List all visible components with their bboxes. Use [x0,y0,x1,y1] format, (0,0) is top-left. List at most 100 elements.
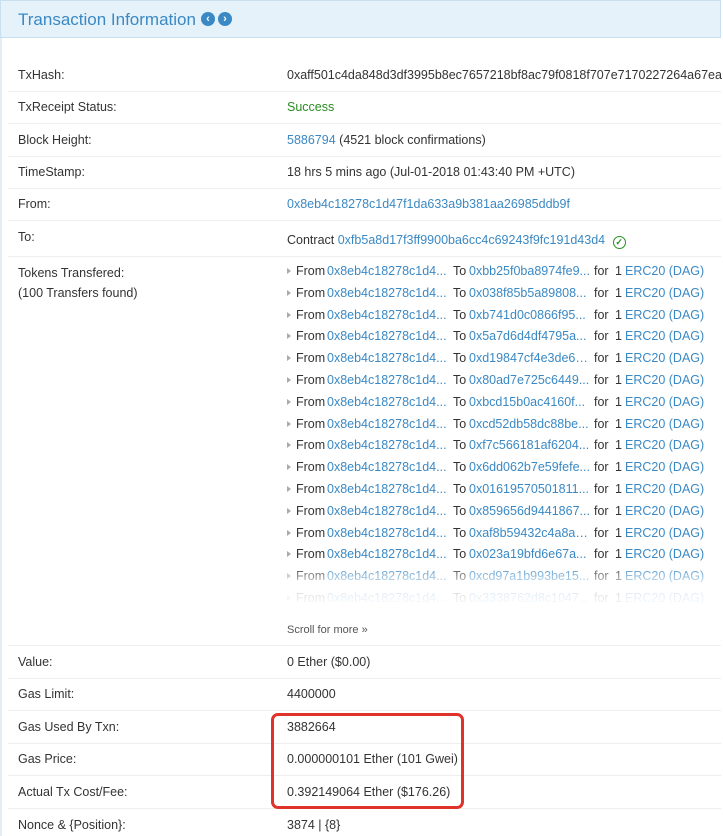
transfer-to-link[interactable]: 0x3338762d8c1047... [469,591,591,605]
transfer-from-link[interactable]: 0x8eb4c18278c1d4... [327,417,449,431]
transfer-from-link[interactable]: 0x8eb4c18278c1d4... [327,351,449,365]
transfer-to-link[interactable]: 0xbb25f0ba8974fe9... [469,264,591,278]
transfer-for-word: for [594,503,609,518]
transfer-amount: 1 [615,460,622,475]
transfer-to-link[interactable]: 0x038f85b5a89808... [469,286,591,300]
caret-right-icon [287,529,291,536]
token-link[interactable]: ERC20 (DAG) [625,482,704,496]
transfer-for-word: for [594,264,609,278]
transfer-from-link[interactable]: 0x8eb4c18278c1d4... [327,438,449,452]
token-link[interactable]: ERC20 (DAG) [625,329,704,343]
token-link[interactable]: ERC20 (DAG) [625,569,704,583]
block-number-link[interactable]: 5886794 [287,133,336,147]
transfer-from-link[interactable]: 0x8eb4c18278c1d4... [327,504,449,518]
nav-icons: ‹ › [201,12,232,26]
value-label: Value: [18,655,53,669]
from-label: From: [18,197,51,211]
tokens-count: (100 Transfers found) [18,286,138,300]
transfer-from-link[interactable]: 0x8eb4c18278c1d4... [327,482,449,496]
transfer-amount: 1 [615,351,622,366]
transfer-from-word: From [296,460,326,475]
transfer-amount: 1 [615,416,622,431]
nonce-value: 3874 | {8} [287,818,341,832]
caret-right-icon [287,333,291,340]
token-link[interactable]: ERC20 (DAG) [625,373,704,387]
transfer-from-link[interactable]: 0x8eb4c18278c1d4... [327,373,449,387]
token-link[interactable]: ERC20 (DAG) [625,264,704,278]
token-link[interactable]: ERC20 (DAG) [625,460,704,474]
transfer-to-link[interactable]: 0x859656d9441867... [469,504,591,518]
tokens-label: Tokens Transfered: [18,266,125,280]
caret-right-icon [287,464,291,471]
to-contract-link[interactable]: 0xfb5a8d17f3ff9900ba6cc4c69243f9fc191d43… [338,233,605,247]
transfer-from-word: From [296,481,326,496]
token-link[interactable]: ERC20 (DAG) [625,504,704,518]
transfer-from-link[interactable]: 0x8eb4c18278c1d4... [327,395,449,409]
caret-right-icon [287,594,291,601]
transfer-to-link[interactable]: 0xd19847cf4e3de6a... [469,351,591,365]
transfer-to-link[interactable]: 0x5a7d6d4df4795a... [469,329,591,343]
transfer-for-word: for [594,438,609,453]
transfer-for-word: for [594,590,609,605]
token-link[interactable]: ERC20 (DAG) [625,438,704,452]
to-label: To: [18,230,35,244]
transfer-from-link[interactable]: 0x8eb4c18278c1d4... [327,591,449,605]
caret-right-icon [287,376,291,383]
transfer-to-link[interactable]: 0xb741d0c0866f95... [469,308,591,322]
transfer-amount: 1 [615,285,622,300]
caret-right-icon [287,355,291,362]
token-link[interactable]: ERC20 (DAG) [625,286,704,300]
token-link[interactable]: ERC20 (DAG) [625,417,704,431]
transfer-for-word: for [594,285,609,300]
value-value: 0 Ether ($0.00) [287,655,371,669]
transfer-from-link[interactable]: 0x8eb4c18278c1d4... [327,308,449,322]
scroll-more-link[interactable]: Scroll for more » [287,624,368,636]
transfer-to-link[interactable]: 0xcd97a1b993be15... [469,569,591,583]
caret-right-icon [287,268,291,274]
transfer-to-link[interactable]: 0x80ad7e725c6449... [469,373,591,387]
token-link[interactable]: ERC20 (DAG) [625,526,704,540]
double-chevron-down-icon: » [361,624,368,636]
token-transfer-row: From 0x8eb4c18278c1d4... To 0xb741d0c0866f9… [287,308,721,330]
transfer-amount: 1 [615,590,622,605]
transfer-from-word: From [296,351,326,366]
transfer-to-word: To [453,307,467,322]
transfer-from-link[interactable]: 0x8eb4c18278c1d4... [327,286,449,300]
transfer-from-word: From [296,503,326,518]
token-transfers-list[interactable]: From 0x8eb4c18278c1d4... To 0xbb25f0ba8974f… [287,264,721,608]
chevron-left-circle-icon[interactable]: ‹ [201,12,215,26]
token-link[interactable]: ERC20 (DAG) [625,591,704,605]
transfer-to-word: To [453,351,467,366]
highlight-annotation-box [271,713,464,809]
transfer-from-link[interactable]: 0x8eb4c18278c1d4... [327,547,449,561]
transfer-from-link[interactable]: 0x8eb4c18278c1d4... [327,569,449,583]
divider [8,123,721,124]
token-transfer-row: From 0x8eb4c18278c1d4... To 0xbb25f0ba8974f… [287,264,721,286]
transfer-from-link[interactable]: 0x8eb4c18278c1d4... [327,264,449,278]
transfer-for-word: for [594,394,609,409]
token-link[interactable]: ERC20 (DAG) [625,547,704,561]
transfer-to-link[interactable]: 0xf7c566181af6204... [469,438,591,452]
transfer-from-link[interactable]: 0x8eb4c18278c1d4... [327,460,449,474]
transfer-to-link[interactable]: 0xcd52db58dc88be... [469,417,591,431]
transfer-to-link[interactable]: 0x023a19bfd6e67a... [469,547,591,561]
transfer-for-word: for [594,307,609,322]
transfer-to-word: To [453,438,467,453]
token-link[interactable]: ERC20 (DAG) [625,395,704,409]
transfer-to-link[interactable]: 0xbcd15b0ac4160f... [469,395,591,409]
transfer-to-link[interactable]: 0x6dd062b7e59fefe... [469,460,591,474]
chevron-right-circle-icon[interactable]: › [218,12,232,26]
caret-right-icon [287,573,291,580]
from-address-link[interactable]: 0x8eb4c18278c1d47f1da633a9b381aa26985ddb… [287,197,570,211]
token-transfer-row: From 0x8eb4c18278c1d4... To 0xcd52db58dc88b… [287,417,721,439]
token-link[interactable]: ERC20 (DAG) [625,308,704,322]
caret-right-icon [287,420,291,427]
transfer-for-word: for [594,525,609,540]
transfer-from-link[interactable]: 0x8eb4c18278c1d4... [327,329,449,343]
transfer-to-link[interactable]: 0x01619570501811... [469,482,591,496]
transfer-to-link[interactable]: 0xaf8b59432c4a8ac... [469,526,591,540]
token-link[interactable]: ERC20 (DAG) [625,351,704,365]
token-transfer-row: From 0x8eb4c18278c1d4... To 0xf7c566181af62… [287,438,721,460]
transfer-from-link[interactable]: 0x8eb4c18278c1d4... [327,526,449,540]
divider [8,188,721,189]
